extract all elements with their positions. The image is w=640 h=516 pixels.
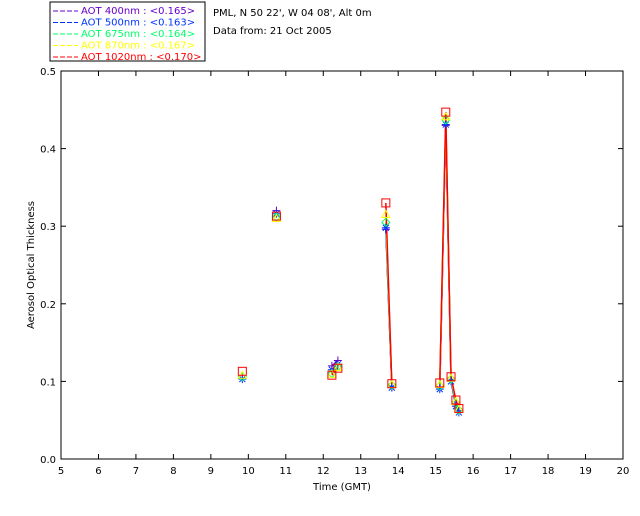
- x-tick-label: 9: [208, 466, 214, 477]
- plot-frame: [60, 70, 624, 460]
- legend-entry: AOT 500nm : <0.163>: [81, 18, 195, 29]
- x-tick-label: 10: [242, 466, 255, 477]
- x-tick-label: 16: [467, 466, 480, 477]
- x-tick-label: 12: [317, 466, 330, 477]
- y-tick-label: 0.2: [40, 300, 56, 311]
- y-tick-label: 0.5: [40, 67, 56, 78]
- legend-entry: AOT 1020nm : <0.170>: [81, 52, 201, 63]
- legend-entry: AOT 870nm : <0.167>: [81, 41, 195, 52]
- series-line-segment: [445, 112, 452, 377]
- legend: AOT 400nm : <0.165>AOT 500nm : <0.163>AO…: [49, 1, 206, 63]
- x-tick-label: 6: [95, 466, 101, 477]
- x-tick-label: 15: [429, 466, 442, 477]
- x-tick-label: 5: [58, 466, 64, 477]
- date-info: Data from: 21 Oct 2005: [213, 26, 332, 37]
- x-tick-label: 18: [542, 466, 555, 477]
- x-tick-label: 14: [392, 466, 405, 477]
- y-tick-label: 0.0: [40, 455, 56, 466]
- x-tick-label: 11: [279, 466, 292, 477]
- x-axis-label: Time (GMT): [312, 482, 371, 493]
- y-tick-label: 0.1: [40, 377, 56, 388]
- x-tick-label: 20: [617, 466, 630, 477]
- x-tick-label: 13: [354, 466, 367, 477]
- x-tick-label: 17: [504, 466, 517, 477]
- legend-entry: AOT 675nm : <0.164>: [81, 29, 195, 40]
- y-tick-label: 0.4: [40, 145, 56, 156]
- y-tick-label: 0.3: [40, 222, 56, 233]
- y-axis-label: Aerosol Optical Thickness: [26, 201, 37, 329]
- x-tick-label: 8: [170, 466, 176, 477]
- chart-root: AOT 400nm : <0.165> AOT 500nm : <0.163> AO…: [0, 0, 640, 512]
- site-info: PML, N 50 22', W 04 08', Alt 0m: [213, 8, 372, 19]
- legend-entry: AOT 400nm : <0.165>: [81, 6, 195, 17]
- series-line-segment: [439, 112, 447, 383]
- x-tick-label: 7: [133, 466, 139, 477]
- data-point-asterisk: [381, 223, 390, 232]
- aot-chart: AOT 400nm : <0.165>AOT 500nm : <0.163>AO…: [26, 1, 630, 493]
- series-line-segment: [385, 202, 393, 384]
- x-tick-label: 19: [579, 466, 592, 477]
